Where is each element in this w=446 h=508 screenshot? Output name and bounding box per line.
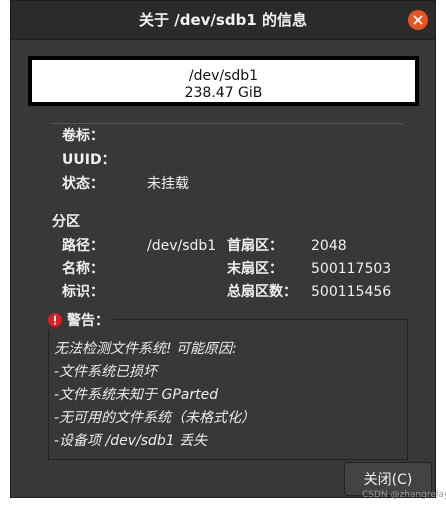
- first-sector-label: 首扇区：: [227, 238, 283, 254]
- first-sector-value: 2048: [311, 238, 347, 254]
- title-bar: 关于 /dev/sdb1 的信息: [11, 1, 435, 40]
- flags-label: 标识：: [62, 284, 104, 300]
- name-label: 名称：: [62, 261, 104, 277]
- dialog-title: 关于 /dev/sdb1 的信息: [139, 11, 307, 29]
- path-value: /dev/sdb1: [147, 238, 217, 254]
- partition-graphic: /dev/sdb1 238.47 GiB: [28, 56, 419, 106]
- watermark: CSDN @zhangrelay: [362, 490, 446, 500]
- info-dialog: 关于 /dev/sdb1 的信息 /dev/sdb1 238.47 GiB 卷标…: [10, 0, 436, 498]
- status-label: 状态：: [62, 176, 104, 192]
- warning-line: -无可用的文件系统（未格式化）: [54, 410, 256, 426]
- error-icon: [48, 313, 62, 327]
- total-sectors-value: 500115456: [311, 284, 392, 300]
- volume-label-label: 卷标：: [62, 128, 104, 144]
- warning-line: -文件系统已损坏: [54, 364, 158, 380]
- device-size: 238.47 GiB: [184, 85, 263, 101]
- partition-heading: 分区: [52, 214, 80, 230]
- last-sector-label: 末扇区：: [227, 261, 283, 277]
- close-icon[interactable]: [408, 10, 428, 30]
- separator: [51, 123, 403, 124]
- x-glyph-icon: [413, 15, 423, 25]
- exclamation-icon: [53, 315, 57, 325]
- device-path: /dev/sdb1: [188, 68, 259, 84]
- warning-line: -文件系统未知于 GParted: [54, 387, 219, 403]
- total-sectors-label: 总扇区数：: [227, 284, 297, 300]
- warning-header: 警告：: [45, 310, 113, 330]
- warning-line: -设备项 /dev/sdb1 丢失: [54, 433, 208, 449]
- warning-line: 无法检测文件系统! 可能原因:: [54, 341, 237, 357]
- warning-title: 警告：: [67, 313, 109, 329]
- last-sector-value: 500117503: [311, 261, 392, 277]
- status-value: 未挂载: [147, 176, 189, 192]
- uuid-label: UUID：: [62, 152, 116, 168]
- path-label: 路径：: [62, 238, 104, 254]
